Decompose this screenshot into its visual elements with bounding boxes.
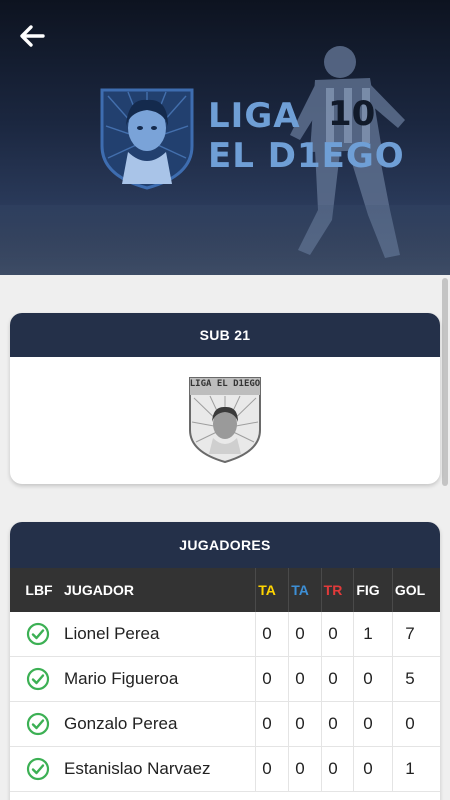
- brand-title-line1: LIGA: [208, 96, 301, 136]
- player-gol: 7: [405, 624, 415, 643]
- team-card-title: SUB 21: [10, 313, 440, 357]
- check-circle-icon: [26, 667, 50, 691]
- col-ta-yellow[interactable]: TA: [255, 582, 279, 598]
- player-tr: 0: [328, 669, 338, 688]
- player-ta-yellow: 0: [262, 714, 272, 733]
- col-lbf[interactable]: LBF: [22, 582, 56, 598]
- players-card: JUGADORES LBF JUGADOR TA TA TR FIG GOL L…: [10, 522, 440, 800]
- player-fig: 1: [363, 624, 373, 643]
- player-ta-blue: 0: [295, 714, 305, 733]
- col-fig[interactable]: FIG: [353, 582, 383, 598]
- player-fig: 0: [363, 714, 373, 733]
- player-name: Estanislao Narvaez: [64, 759, 211, 778]
- player-gol: 1: [405, 759, 415, 778]
- player-fig: 0: [363, 759, 373, 778]
- col-tr[interactable]: TR: [321, 582, 345, 598]
- player-gol: 5: [405, 669, 415, 688]
- team-card[interactable]: SUB 21 LIGA EL D1EGO: [10, 313, 440, 484]
- table-row[interactable]: Mario Figueroa 0 0 0 0 5: [10, 657, 440, 702]
- player-name: Mario Figueroa: [64, 669, 179, 688]
- team-logo-text: LIGA EL D1EGO: [189, 379, 261, 389]
- table-row[interactable]: Estanislao Narvaez 0 0 0 0 1: [10, 747, 440, 792]
- back-arrow-icon[interactable]: [16, 20, 48, 52]
- table-row[interactable]: Gonzalo Perea 0 0 0 0 0: [10, 702, 440, 747]
- player-name: Lionel Perea: [64, 624, 160, 643]
- scrollbar[interactable]: [442, 278, 448, 486]
- brand-title-line2: EL D1EGO: [208, 136, 405, 176]
- player-tr: 0: [328, 759, 338, 778]
- player-ta-yellow: 0: [262, 759, 272, 778]
- table-row[interactable]: Lionel Perea 0 0 0 1 7: [10, 612, 440, 657]
- players-card-title: JUGADORES: [10, 522, 440, 568]
- col-ta-blue[interactable]: TA: [288, 582, 312, 598]
- player-tr: 0: [328, 624, 338, 643]
- player-gol: 0: [405, 714, 415, 733]
- player-tr: 0: [328, 714, 338, 733]
- hero-banner: 10 LIGA EL D1EGO: [0, 0, 450, 275]
- col-jugador[interactable]: JUGADOR: [64, 582, 134, 598]
- team-logo: [189, 377, 261, 464]
- player-ta-blue: 0: [295, 624, 305, 643]
- col-gol[interactable]: GOL: [392, 582, 428, 598]
- players-table-body: Lionel Perea 0 0 0 1 7 Mario Figueroa 0 0 0 0 5 Gonz…: [10, 612, 440, 792]
- check-circle-icon: [26, 712, 50, 736]
- pitch-field: [0, 205, 450, 275]
- player-ta-blue: 0: [295, 669, 305, 688]
- player-fig: 0: [363, 669, 373, 688]
- table-header: LBF JUGADOR TA TA TR FIG GOL: [10, 568, 440, 612]
- diego-shield-logo: [100, 88, 194, 190]
- player-ta-yellow: 0: [262, 669, 272, 688]
- player-name: Gonzalo Perea: [64, 714, 178, 733]
- check-circle-icon: [26, 757, 50, 781]
- player-ta-blue: 0: [295, 759, 305, 778]
- player-ta-yellow: 0: [262, 624, 272, 643]
- brand-title: LIGA EL D1EGO: [208, 96, 405, 176]
- check-circle-icon: [26, 622, 50, 646]
